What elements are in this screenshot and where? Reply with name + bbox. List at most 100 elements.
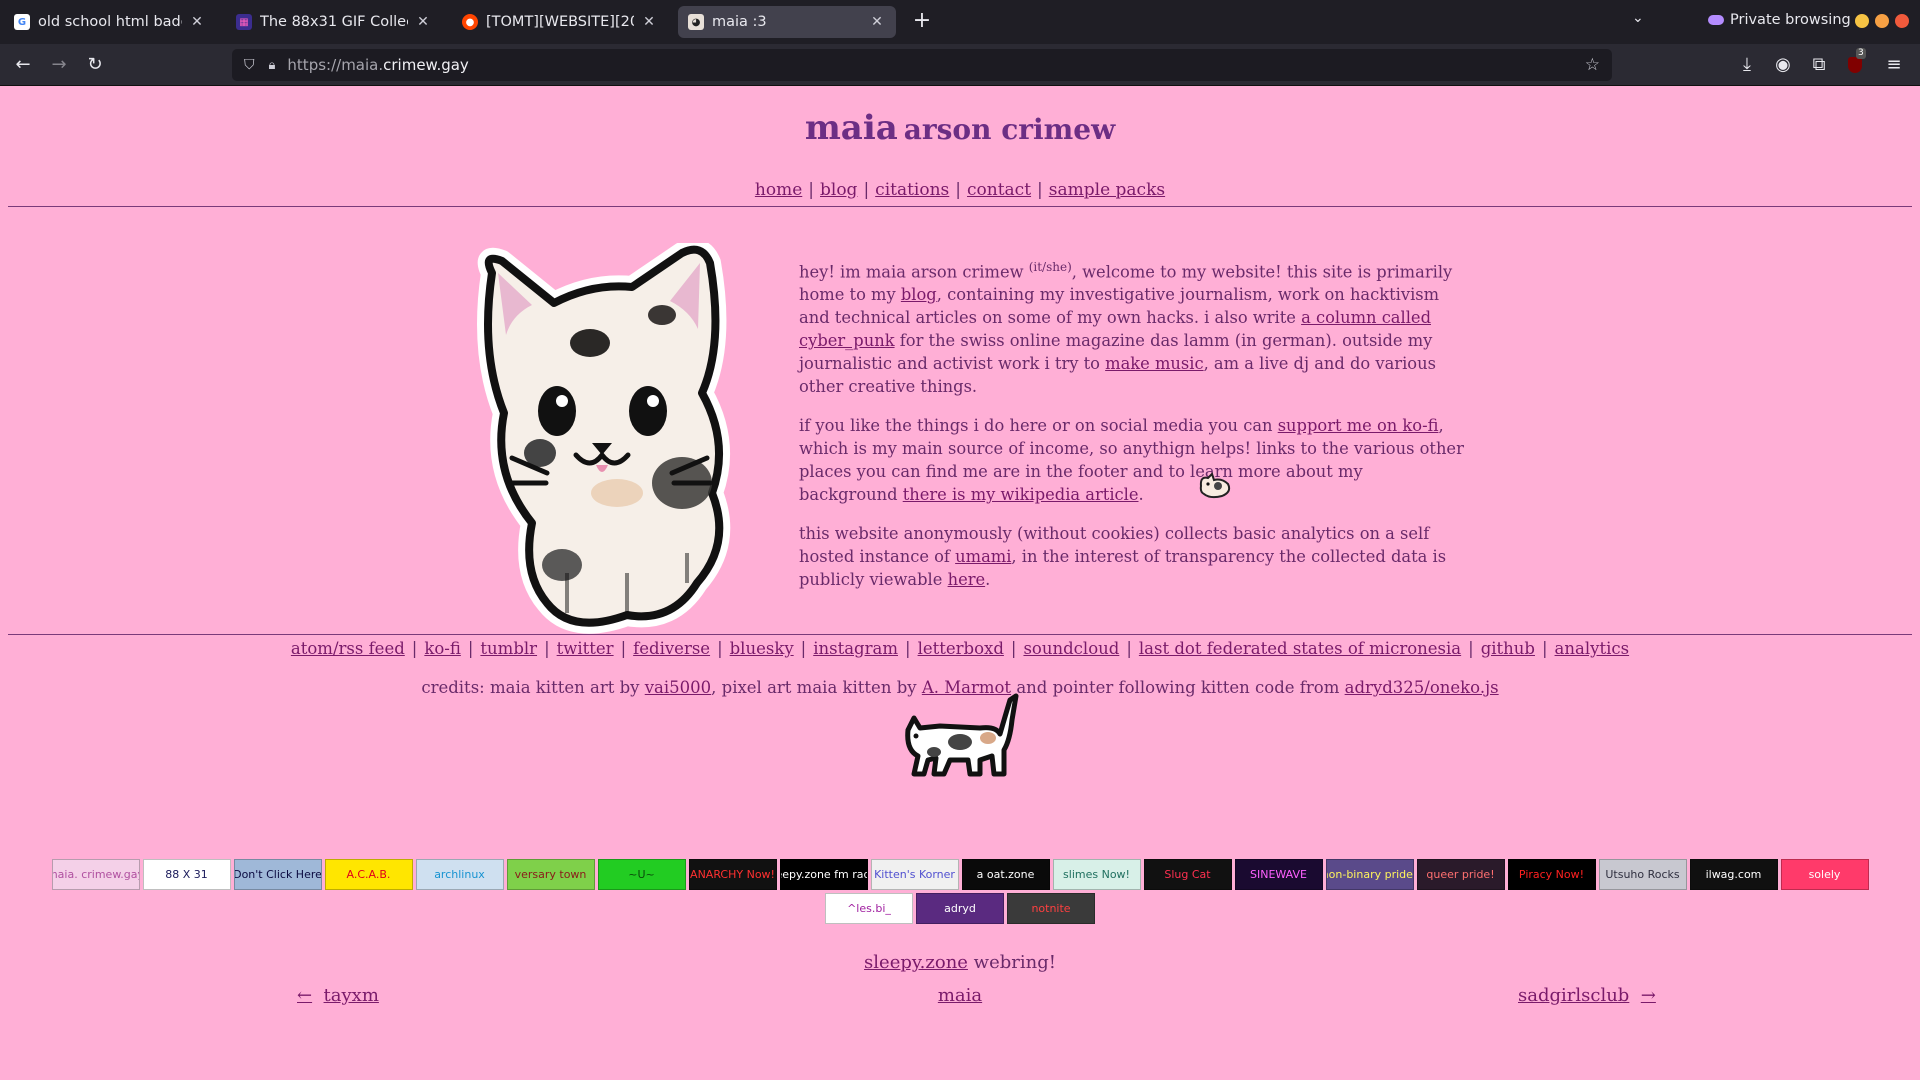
account-icon[interactable]: ◉ (1770, 52, 1796, 78)
close-icon[interactable]: ✕ (868, 14, 886, 30)
navigation-toolbar: ← → ↻ ⛉ 🔒︎ https://maia.crimew.gay ☆ ⤓ ◉… (0, 44, 1920, 86)
badge-88x31[interactable]: adryd (916, 893, 1004, 924)
intro-paragraph-1: hey! im maia arson crimew (it/she), welc… (799, 260, 1453, 397)
badge-88x31[interactable]: slimes Now! (1052, 859, 1141, 890)
nav-blog[interactable]: blog (820, 180, 857, 200)
footer-link-instagram[interactable]: instagram (813, 639, 898, 658)
collection-favicon-icon: ▦ (236, 14, 252, 30)
tab-title: [TOMT][WEBSITE][200 (486, 14, 634, 30)
link-make-music[interactable]: make music (1105, 354, 1203, 373)
close-icon[interactable]: ✕ (414, 14, 432, 30)
site-title-first: maia (804, 108, 898, 148)
webring-next-link[interactable]: sadgirlsclub (1518, 985, 1629, 1006)
footer-link-last-fm[interactable]: last dot federated states of micronesia (1139, 639, 1461, 658)
url-bar[interactable]: ⛉ 🔒︎ https://maia.crimew.gay ☆ (232, 49, 1612, 81)
badge-88x31[interactable]: ANARCHY Now! (688, 859, 777, 890)
intro-paragraph-2: if you like the things i do here or on s… (799, 416, 1464, 505)
footer-link-ko-fi[interactable]: ko-fi (424, 639, 461, 658)
footer-link-analytics[interactable]: analytics (1555, 639, 1630, 658)
private-browsing-label: Private browsing (1730, 12, 1851, 28)
badge-88x31[interactable]: versary town (506, 859, 595, 890)
top-navigation: home | blog | citations | contact | sample packs (754, 180, 1166, 200)
badge-88x31[interactable]: ^les.bi_ (825, 893, 913, 924)
pixel-kitten-icon (905, 693, 1019, 777)
plus-icon[interactable]: + (910, 10, 934, 34)
tab-3[interactable]: ● [TOMT][WEBSITE][200 ✕ (452, 6, 668, 38)
webring-link[interactable]: sleepy.zone (864, 952, 968, 973)
ublock-count: 3 (1856, 48, 1866, 59)
menu-icon[interactable]: ≡ (1881, 52, 1907, 78)
oneko-cursor-cat (1199, 472, 1231, 499)
site-title-rest: arson crimew (903, 113, 1116, 146)
footer-divider (8, 634, 1912, 635)
extensions-icon[interactable]: ⧉ (1806, 52, 1832, 78)
minimize-button[interactable] (1855, 14, 1869, 28)
link-analytics-here[interactable]: here (948, 570, 986, 589)
private-mask-icon (1708, 15, 1724, 25)
footer-link-twitter[interactable]: twitter (557, 639, 614, 658)
close-icon[interactable]: ✕ (640, 14, 658, 30)
tab-title: old school html badge (38, 14, 182, 30)
private-browsing-indicator: Private browsing (1708, 12, 1851, 28)
footer-link-letterboxd[interactable]: letterboxd (918, 639, 1004, 658)
badge-88x31[interactable]: ilwag.com (1689, 859, 1778, 890)
credit-link-vai5000[interactable]: vai5000 (645, 678, 711, 697)
maximize-button[interactable] (1875, 14, 1889, 28)
download-icon[interactable]: ⤓ (1734, 52, 1760, 78)
badge-88x31[interactable]: Utsuho Rocks (1598, 859, 1687, 890)
footer-link-tumblr[interactable]: tumblr (480, 639, 537, 658)
nav-contact[interactable]: contact (967, 180, 1031, 200)
badge-88x31[interactable]: queer pride! (1416, 859, 1505, 890)
badge-88x31[interactable]: SINEWAVE (1234, 859, 1323, 890)
nav-home[interactable]: home (755, 180, 802, 200)
page-content: maia arson crimew home | blog | citations | con… (0, 86, 1920, 1080)
shield-icon[interactable]: ⛉ (244, 57, 255, 73)
link-umami[interactable]: umami (955, 547, 1011, 566)
credit-link-a-marmot[interactable]: A. Marmot (922, 678, 1011, 697)
footer-link-fediverse[interactable]: fediverse (633, 639, 710, 658)
close-icon[interactable]: ✕ (188, 14, 206, 30)
webring-self-link[interactable]: maia (938, 985, 982, 1006)
link-blog[interactable]: blog (901, 285, 937, 304)
footer-link-soundcloud[interactable]: soundcloud (1023, 639, 1119, 658)
footer-link-bluesky[interactable]: bluesky (730, 639, 794, 658)
reload-icon[interactable]: ↻ (82, 52, 108, 78)
nav-citations[interactable]: citations (875, 180, 949, 200)
close-window-button[interactable] (1895, 14, 1909, 28)
tab-2[interactable]: ▦ The 88x31 GIF Collect ✕ (226, 6, 442, 38)
lock-icon[interactable]: 🔒︎ (269, 58, 276, 73)
badge-88x31[interactable]: archlinux (415, 859, 504, 890)
chevron-down-icon[interactable]: ⌄ (1632, 10, 1644, 26)
badge-88x31[interactable]: notnite (1007, 893, 1095, 924)
badge-88x31[interactable]: Don't Click Here (233, 859, 322, 890)
bookmark-star-icon[interactable]: ☆ (1585, 55, 1600, 75)
footer-link-rss[interactable]: atom/rss feed (291, 639, 405, 658)
footer-link-github[interactable]: github (1481, 639, 1535, 658)
badge-88x31[interactable]: solely (1780, 859, 1869, 890)
badge-88x31[interactable]: a oat.zone (961, 859, 1050, 890)
tab-4-active[interactable]: ◕ maia :3 ✕ (678, 6, 896, 38)
badge-88x31[interactable]: ~U~ (597, 859, 686, 890)
link-ko-fi-support[interactable]: support me on ko-fi (1278, 416, 1439, 435)
google-favicon-icon: G (14, 14, 30, 30)
forward-arrow-icon[interactable]: → (46, 52, 72, 78)
badge-88x31[interactable]: non-binary pride! (1325, 859, 1414, 890)
ublock-icon[interactable]: 3 (1842, 48, 1868, 78)
badge-88x31[interactable]: Piracy Now! (1507, 859, 1596, 890)
nav-sample-packs[interactable]: sample packs (1049, 180, 1165, 200)
webring: sleepy.zone webring! (864, 952, 1056, 973)
badge-88x31[interactable]: sleepy.zone fm radio (779, 859, 868, 890)
badge-88x31[interactable]: maia. crimew.gay (51, 859, 140, 890)
badge-88x31[interactable]: 88 X 31 (142, 859, 231, 890)
webring-next-arrow[interactable]: → (1641, 985, 1656, 1006)
footer-links: atom/rss feed | ko-fi | tumblr | twitter | fediv… (290, 639, 1630, 658)
tab-1[interactable]: G old school html badge ✕ (4, 6, 216, 38)
webring-next[interactable]: sadgirlsclub → (1518, 985, 1656, 1006)
link-wikipedia-article[interactable]: there is my wikipedia article (903, 485, 1139, 504)
url-text[interactable]: https://maia.crimew.gay (287, 56, 468, 74)
badge-88x31[interactable]: A.C.A.B. (324, 859, 413, 890)
credit-link-oneko[interactable]: adryd325/oneko.js (1345, 678, 1499, 697)
back-arrow-icon[interactable]: ← (10, 52, 36, 78)
badge-88x31[interactable]: Kitten's Korner (870, 859, 959, 890)
badge-88x31[interactable]: Slug Cat (1143, 859, 1232, 890)
